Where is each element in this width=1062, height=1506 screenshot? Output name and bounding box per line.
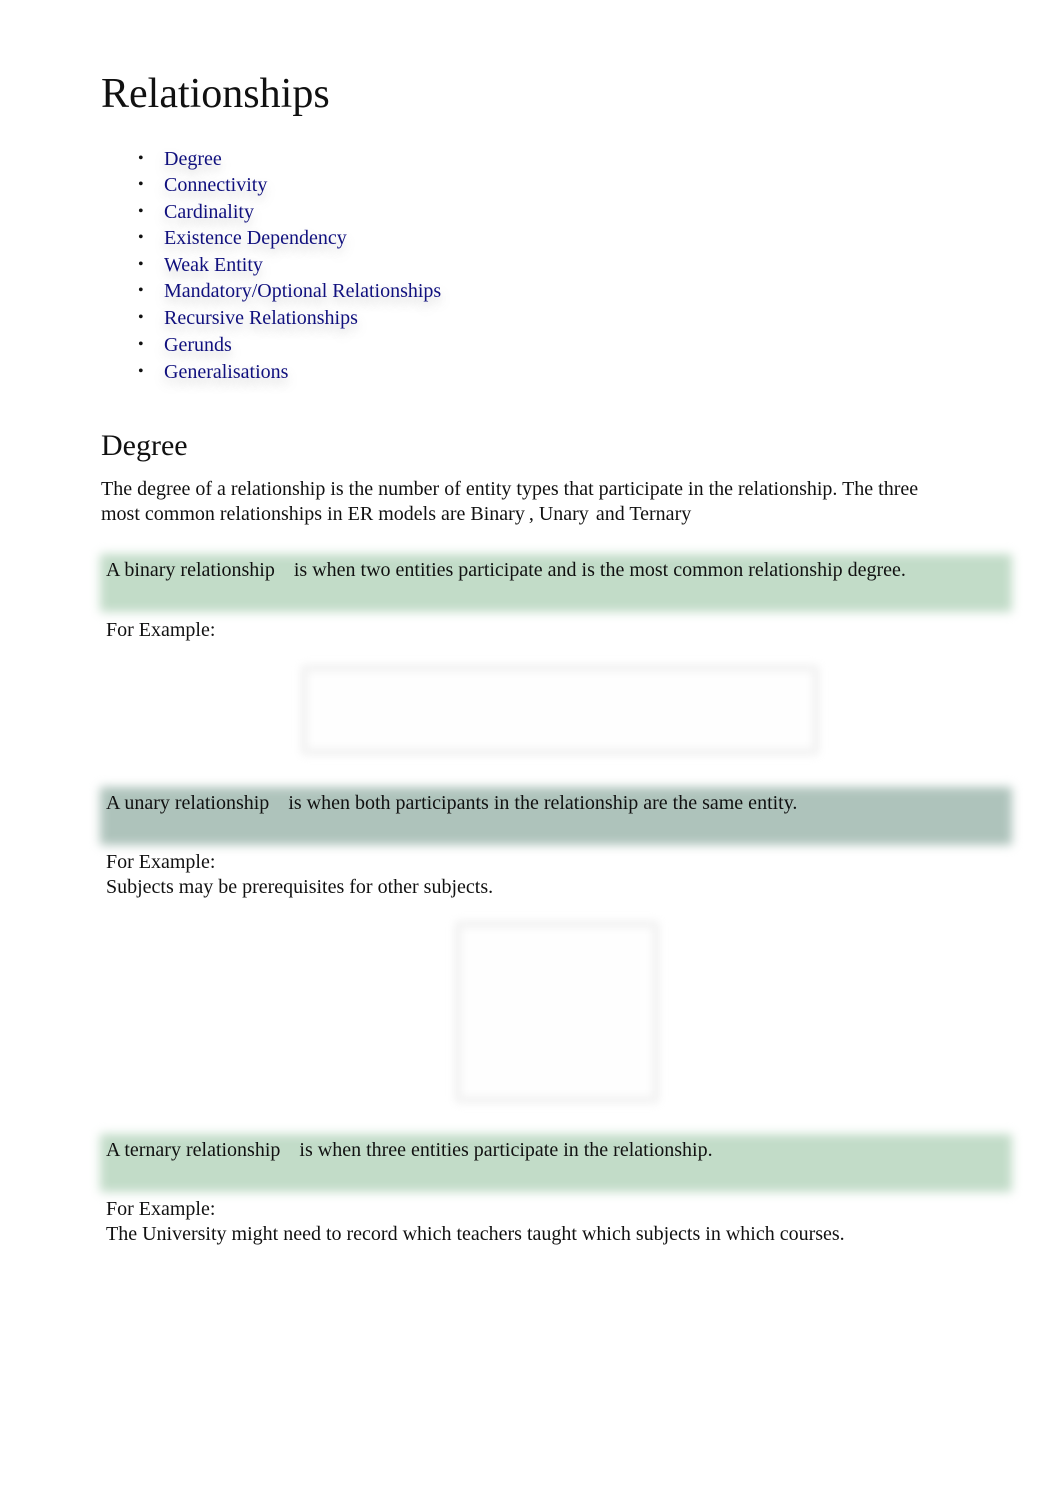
intro-line-1: The degree of a relationship is the numb… — [101, 478, 919, 500]
bullet-icon: • — [138, 150, 144, 167]
bullet-icon: • — [138, 203, 144, 220]
toc-link-degree[interactable]: Degree — [164, 146, 222, 172]
bullet-icon: • — [138, 176, 144, 193]
bullet-icon: • — [138, 256, 144, 273]
bullet-icon: • — [138, 336, 144, 353]
unary-example-text: Subjects may be prerequisites for other … — [106, 876, 494, 898]
unary-diagram-image — [454, 920, 660, 1104]
callout-text: A ternary relationship is when three enti… — [100, 1132, 1012, 1163]
unary-example-label: For Example: — [106, 851, 216, 873]
toc-link-recursive[interactable]: Recursive Relationships — [164, 305, 358, 331]
unary-definition: is when both participants in the relatio… — [288, 792, 798, 814]
intro-separator: , — [528, 503, 534, 525]
binary-callout: A binary relationship is when two entitie… — [100, 552, 1012, 612]
intro-unary: Unary — [538, 503, 589, 525]
binary-definition: is when two entities participate and is … — [293, 559, 906, 581]
intro-line-2: most common relationships in ER models a… — [101, 503, 525, 525]
ternary-definition: is when three entities participate in th… — [299, 1139, 713, 1161]
section-title-degree: Degree — [101, 429, 188, 462]
page-title: Relationships — [101, 71, 330, 117]
ternary-term: A ternary relationship — [106, 1139, 281, 1161]
callout-text: A unary relationship is when both partici… — [100, 785, 1012, 816]
ternary-example-label: For Example: — [106, 1198, 216, 1220]
ternary-callout: A ternary relationship is when three enti… — [100, 1132, 1012, 1192]
degree-intro: The degree of a relationship is the numb… — [101, 477, 1001, 527]
binary-example-label: For Example: — [106, 619, 216, 641]
unary-term: A unary relationship — [106, 792, 270, 814]
binary-term: A binary relationship — [106, 559, 275, 581]
toc-link-mandatory-optional[interactable]: Mandatory/Optional Relationships — [164, 278, 441, 304]
unary-callout: A unary relationship is when both partici… — [100, 785, 1012, 845]
toc-link-generalisations[interactable]: Generalisations — [164, 359, 288, 385]
toc-link-weak-entity[interactable]: Weak Entity — [164, 252, 263, 278]
bullet-icon: • — [138, 229, 144, 246]
ternary-example-text: The University might need to record whic… — [106, 1223, 845, 1245]
binary-diagram-image — [300, 664, 820, 756]
toc-link-existence-dependency[interactable]: Existence Dependency — [164, 225, 347, 251]
bullet-icon: • — [138, 363, 144, 380]
callout-text: A binary relationship is when two entitie… — [100, 552, 1012, 583]
toc-link-cardinality[interactable]: Cardinality — [164, 199, 254, 225]
intro-and-ternary: and Ternary — [595, 503, 692, 525]
bullet-icon: • — [138, 309, 144, 326]
toc-link-connectivity[interactable]: Connectivity — [164, 172, 267, 198]
toc-link-gerunds[interactable]: Gerunds — [164, 332, 232, 358]
bullet-icon: • — [138, 282, 144, 299]
